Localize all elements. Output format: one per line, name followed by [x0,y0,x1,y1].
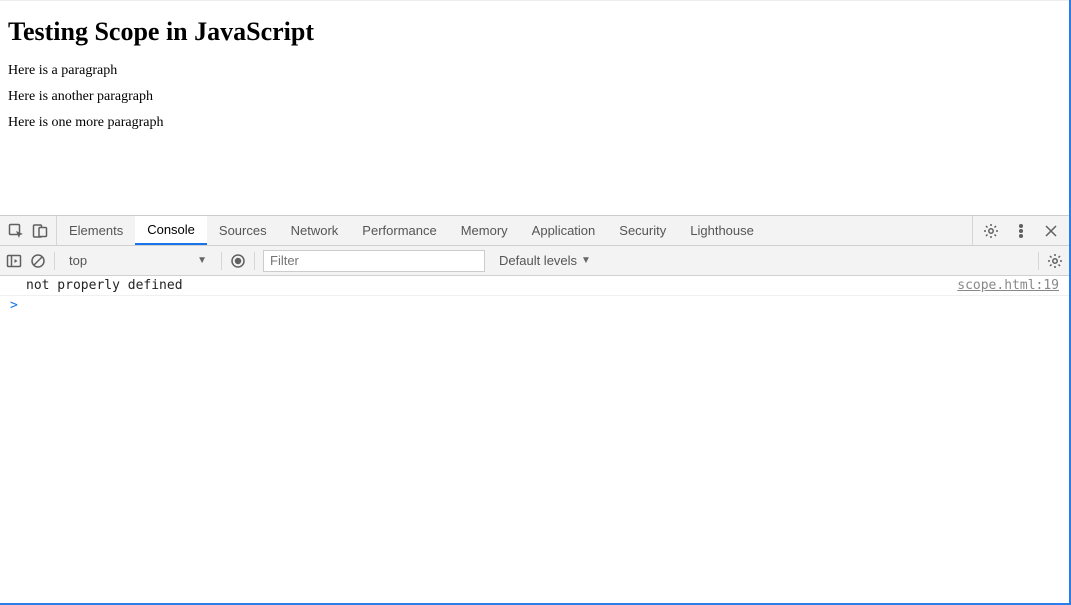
paragraph: Here is a paragraph [8,63,1061,79]
console-message-row: not properly defined scope.html:19 [0,276,1069,296]
tab-application[interactable]: Application [520,216,608,245]
inspect-element-icon[interactable] [8,223,24,239]
kebab-menu-icon[interactable] [1013,223,1029,239]
paragraph: Here is one more paragraph [8,115,1061,131]
clear-console-icon[interactable] [30,253,46,269]
tab-lighthouse[interactable]: Lighthouse [678,216,766,245]
console-filter-input[interactable] [263,250,485,272]
log-levels-selector[interactable]: Default levels ▼ [493,253,597,268]
tab-memory[interactable]: Memory [449,216,520,245]
gear-icon[interactable] [983,223,999,239]
tab-performance[interactable]: Performance [350,216,448,245]
paragraph: Here is another paragraph [8,89,1061,105]
gear-icon[interactable] [1047,253,1063,269]
context-selector[interactable]: top ▼ [63,250,213,272]
page-viewport: Testing Scope in JavaScript Here is a pa… [0,0,1069,215]
tab-security[interactable]: Security [607,216,678,245]
chevron-down-icon: ▼ [197,255,207,266]
devtools-panel: Elements Console Sources Network Perform… [0,215,1069,603]
tab-elements[interactable]: Elements [57,216,135,245]
live-expression-icon[interactable] [230,253,246,269]
tab-network[interactable]: Network [279,216,351,245]
context-label: top [69,253,87,268]
console-output: not properly defined scope.html:19 > [0,276,1069,603]
page-title: Testing Scope in JavaScript [8,17,1061,47]
chevron-down-icon: ▼ [581,255,591,266]
close-icon[interactable] [1043,223,1059,239]
console-message-text: not properly defined [26,278,183,293]
console-message-source[interactable]: scope.html:19 [957,278,1059,293]
console-prompt[interactable]: > [0,296,1069,315]
tab-console[interactable]: Console [135,216,207,245]
sidebar-toggle-icon[interactable] [6,253,22,269]
device-toolbar-icon[interactable] [32,223,48,239]
levels-label: Default levels [499,253,577,268]
tab-sources[interactable]: Sources [207,216,279,245]
devtools-tab-bar: Elements Console Sources Network Perform… [0,216,1069,246]
console-toolbar: top ▼ Default levels ▼ [0,246,1069,276]
